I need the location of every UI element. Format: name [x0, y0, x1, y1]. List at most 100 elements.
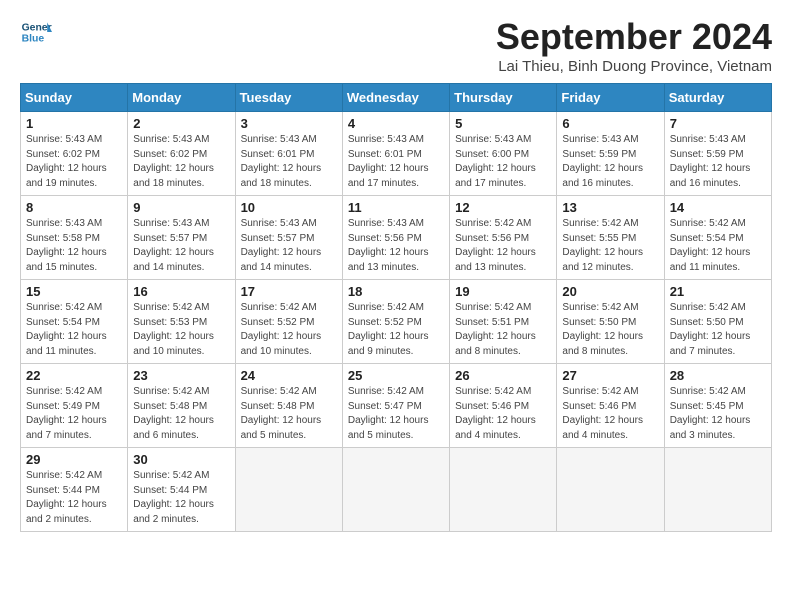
- weekday-header-cell: Friday: [557, 84, 664, 112]
- svg-text:Blue: Blue: [22, 34, 45, 45]
- calendar-day-cell: 4 Sunrise: 5:43 AM Sunset: 6:01 PM Daylig…: [342, 112, 449, 196]
- weekday-header-cell: Monday: [128, 84, 235, 112]
- day-number: 25: [348, 368, 444, 383]
- calendar-day-cell: 1 Sunrise: 5:43 AM Sunset: 6:02 PM Daylig…: [21, 112, 128, 196]
- calendar-day-cell: 27 Sunrise: 5:42 AM Sunset: 5:46 PM Dayli…: [557, 364, 664, 448]
- calendar-day-cell: 2Sunrise: 5:43 AM Sunset: 6:02 PM Daylig…: [128, 112, 235, 196]
- calendar-body: 1 Sunrise: 5:43 AM Sunset: 6:02 PM Daylig…: [21, 112, 772, 532]
- day-number: 15: [26, 284, 122, 299]
- calendar-day-cell: [557, 448, 664, 532]
- day-info: Sunrise: 5:42 AM Sunset: 5:44 PM Dayligh…: [133, 469, 229, 527]
- day-number: 12: [455, 200, 551, 215]
- day-number: 3: [241, 116, 337, 131]
- day-info: Sunrise: 5:43 AM Sunset: 5:57 PM Dayligh…: [133, 217, 229, 275]
- day-number: 9: [133, 200, 229, 215]
- calendar-day-cell: 5 Sunrise: 5:43 AM Sunset: 6:00 PM Daylig…: [450, 112, 557, 196]
- day-number: 26: [455, 368, 551, 383]
- calendar-day-cell: 17 Sunrise: 5:42 AM Sunset: 5:52 PM Dayli…: [235, 280, 342, 364]
- weekday-header-cell: Thursday: [450, 84, 557, 112]
- calendar-table: SundayMondayTuesdayWednesdayThursdayFrid…: [20, 83, 772, 532]
- day-info: Sunrise: 5:42 AM Sunset: 5:50 PM Dayligh…: [670, 301, 766, 359]
- day-info: Sunrise: 5:43 AM Sunset: 6:00 PM Dayligh…: [455, 133, 551, 191]
- calendar-day-cell: 9 Sunrise: 5:43 AM Sunset: 5:57 PM Daylig…: [128, 196, 235, 280]
- logo: General Blue: [20, 16, 52, 48]
- day-info: Sunrise: 5:42 AM Sunset: 5:54 PM Dayligh…: [670, 217, 766, 275]
- day-info: Sunrise: 5:42 AM Sunset: 5:49 PM Dayligh…: [26, 385, 122, 443]
- weekday-header-cell: Saturday: [664, 84, 771, 112]
- day-number: 20: [562, 284, 658, 299]
- calendar-day-cell: 15 Sunrise: 5:42 AM Sunset: 5:54 PM Dayli…: [21, 280, 128, 364]
- calendar-week-row: 8 Sunrise: 5:43 AM Sunset: 5:58 PM Daylig…: [21, 196, 772, 280]
- calendar-day-cell: 24 Sunrise: 5:42 AM Sunset: 5:48 PM Dayli…: [235, 364, 342, 448]
- day-number: 7: [670, 116, 766, 131]
- day-number: 27: [562, 368, 658, 383]
- day-number: 21: [670, 284, 766, 299]
- day-number: 22: [26, 368, 122, 383]
- day-info: Sunrise: 5:42 AM Sunset: 5:52 PM Dayligh…: [241, 301, 337, 359]
- calendar-day-cell: 26 Sunrise: 5:42 AM Sunset: 5:46 PM Dayli…: [450, 364, 557, 448]
- month-title: September 2024: [496, 16, 772, 58]
- day-number: 18: [348, 284, 444, 299]
- calendar-day-cell: 22 Sunrise: 5:42 AM Sunset: 5:49 PM Dayli…: [21, 364, 128, 448]
- calendar-day-cell: 13 Sunrise: 5:42 AM Sunset: 5:55 PM Dayli…: [557, 196, 664, 280]
- day-number: 16: [133, 284, 229, 299]
- day-info: Sunrise: 5:43 AM Sunset: 6:02 PM Dayligh…: [26, 133, 122, 191]
- day-number: 24: [241, 368, 337, 383]
- day-info: Sunrise: 5:42 AM Sunset: 5:52 PM Dayligh…: [348, 301, 444, 359]
- day-info: Sunrise: 5:42 AM Sunset: 5:47 PM Dayligh…: [348, 385, 444, 443]
- day-info: Sunrise: 5:43 AM Sunset: 5:57 PM Dayligh…: [241, 217, 337, 275]
- day-number: 1: [26, 116, 122, 131]
- calendar-week-row: 1 Sunrise: 5:43 AM Sunset: 6:02 PM Daylig…: [21, 112, 772, 196]
- calendar-day-cell: [235, 448, 342, 532]
- weekday-header-cell: Wednesday: [342, 84, 449, 112]
- day-number: 8: [26, 200, 122, 215]
- day-number: 5: [455, 116, 551, 131]
- day-info: Sunrise: 5:42 AM Sunset: 5:56 PM Dayligh…: [455, 217, 551, 275]
- day-info: Sunrise: 5:43 AM Sunset: 5:58 PM Dayligh…: [26, 217, 122, 275]
- calendar-day-cell: 30 Sunrise: 5:42 AM Sunset: 5:44 PM Dayli…: [128, 448, 235, 532]
- day-info: Sunrise: 5:42 AM Sunset: 5:46 PM Dayligh…: [455, 385, 551, 443]
- day-info: Sunrise: 5:43 AM Sunset: 5:59 PM Dayligh…: [562, 133, 658, 191]
- calendar-day-cell: 12 Sunrise: 5:42 AM Sunset: 5:56 PM Dayli…: [450, 196, 557, 280]
- day-info: Sunrise: 5:42 AM Sunset: 5:46 PM Dayligh…: [562, 385, 658, 443]
- calendar-day-cell: 8 Sunrise: 5:43 AM Sunset: 5:58 PM Daylig…: [21, 196, 128, 280]
- weekday-header-row: SundayMondayTuesdayWednesdayThursdayFrid…: [21, 84, 772, 112]
- calendar-day-cell: [450, 448, 557, 532]
- day-info: Sunrise: 5:42 AM Sunset: 5:50 PM Dayligh…: [562, 301, 658, 359]
- day-number: 6: [562, 116, 658, 131]
- day-number: 19: [455, 284, 551, 299]
- day-info: Sunrise: 5:43 AM Sunset: 5:59 PM Dayligh…: [670, 133, 766, 191]
- calendar-day-cell: 20 Sunrise: 5:42 AM Sunset: 5:50 PM Dayli…: [557, 280, 664, 364]
- weekday-header-cell: Sunday: [21, 84, 128, 112]
- day-info: Sunrise: 5:42 AM Sunset: 5:48 PM Dayligh…: [133, 385, 229, 443]
- logo-icon: General Blue: [20, 16, 52, 48]
- calendar-day-cell: 10Sunrise: 5:43 AM Sunset: 5:57 PM Dayli…: [235, 196, 342, 280]
- day-number: 11: [348, 200, 444, 215]
- calendar-day-cell: 23Sunrise: 5:42 AM Sunset: 5:48 PM Dayli…: [128, 364, 235, 448]
- day-number: 4: [348, 116, 444, 131]
- day-number: 13: [562, 200, 658, 215]
- calendar-day-cell: 16Sunrise: 5:42 AM Sunset: 5:53 PM Dayli…: [128, 280, 235, 364]
- day-number: 30: [133, 452, 229, 467]
- day-info: Sunrise: 5:43 AM Sunset: 5:56 PM Dayligh…: [348, 217, 444, 275]
- day-number: 17: [241, 284, 337, 299]
- calendar-day-cell: 25 Sunrise: 5:42 AM Sunset: 5:47 PM Dayli…: [342, 364, 449, 448]
- calendar-week-row: 15 Sunrise: 5:42 AM Sunset: 5:54 PM Dayli…: [21, 280, 772, 364]
- calendar-day-cell: 7 Sunrise: 5:43 AM Sunset: 5:59 PM Daylig…: [664, 112, 771, 196]
- day-info: Sunrise: 5:42 AM Sunset: 5:55 PM Dayligh…: [562, 217, 658, 275]
- day-number: 14: [670, 200, 766, 215]
- day-info: Sunrise: 5:42 AM Sunset: 5:54 PM Dayligh…: [26, 301, 122, 359]
- header: General Blue September 2024 Lai Thieu, B…: [20, 16, 772, 75]
- day-number: 29: [26, 452, 122, 467]
- day-info: Sunrise: 5:42 AM Sunset: 5:44 PM Dayligh…: [26, 469, 122, 527]
- calendar-day-cell: [664, 448, 771, 532]
- calendar-week-row: 22 Sunrise: 5:42 AM Sunset: 5:49 PM Dayli…: [21, 364, 772, 448]
- day-info: Sunrise: 5:43 AM Sunset: 6:01 PM Dayligh…: [348, 133, 444, 191]
- calendar-day-cell: [342, 448, 449, 532]
- calendar-week-row: 29 Sunrise: 5:42 AM Sunset: 5:44 PM Dayli…: [21, 448, 772, 532]
- day-info: Sunrise: 5:42 AM Sunset: 5:48 PM Dayligh…: [241, 385, 337, 443]
- day-info: Sunrise: 5:42 AM Sunset: 5:51 PM Dayligh…: [455, 301, 551, 359]
- calendar-day-cell: 11 Sunrise: 5:43 AM Sunset: 5:56 PM Dayli…: [342, 196, 449, 280]
- title-area: September 2024 Lai Thieu, Binh Duong Pro…: [496, 16, 772, 75]
- calendar-day-cell: 21 Sunrise: 5:42 AM Sunset: 5:50 PM Dayli…: [664, 280, 771, 364]
